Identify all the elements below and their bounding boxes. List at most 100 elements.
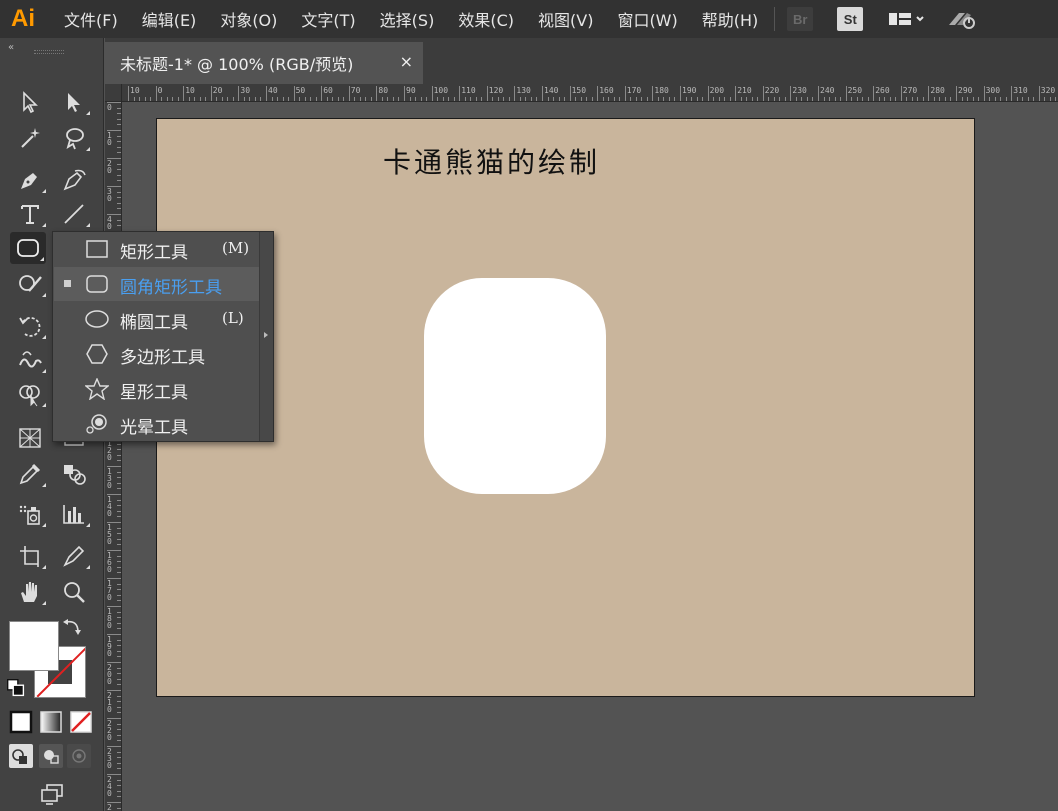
menu-window[interactable]: 窗口(W): [617, 7, 677, 31]
ruler-minor-tick: [972, 97, 974, 101]
ruler-minor-tick: [437, 97, 439, 101]
draw-behind-button[interactable]: [38, 744, 64, 768]
ruler-minor-tick: [713, 97, 715, 101]
ruler-minor-tick: [260, 97, 262, 101]
ellipse-icon: [84, 308, 110, 330]
ruler-label: 110: [461, 86, 476, 95]
lasso-tool[interactable]: [56, 122, 92, 154]
ruler-label: 100: [433, 86, 449, 95]
ruler-minor-tick: [117, 191, 121, 193]
stock-button[interactable]: St: [837, 7, 864, 31]
ruler-minor-tick: [243, 97, 245, 101]
bridge-button[interactable]: Br: [787, 7, 814, 31]
symbol-sprayer-tool[interactable]: [12, 498, 48, 530]
direct-selection-tool[interactable]: [56, 86, 92, 118]
canvas[interactable]: 卡通熊猫的绘制: [122, 102, 1058, 811]
draw-behind-icon: [39, 744, 63, 768]
ruler-minor-tick: [895, 97, 897, 101]
curvature-tool[interactable]: [56, 164, 92, 196]
pen-tool[interactable]: [12, 164, 48, 196]
ruler-minor-tick: [117, 667, 121, 669]
type-tool[interactable]: [12, 198, 48, 230]
fill-swatch[interactable]: [9, 621, 59, 671]
menu-edit[interactable]: 编辑(E): [142, 7, 197, 31]
ruler-minor-tick: [117, 113, 121, 115]
flyout-item-rectangle[interactable]: 矩形工具 (M): [54, 232, 260, 266]
menu-file[interactable]: 文件(F): [64, 7, 118, 31]
panel-grip[interactable]: [34, 50, 64, 54]
shape-builder-icon: [19, 385, 40, 407]
rounded-rectangle-shape[interactable]: [424, 278, 606, 494]
line-segment-tool[interactable]: [56, 198, 92, 230]
ruler-tick: [956, 86, 957, 101]
screen-mode-button[interactable]: [34, 780, 70, 808]
ruler-minor-tick: [939, 97, 941, 101]
shaper-tool[interactable]: [12, 268, 48, 300]
column-graph-tool[interactable]: [56, 498, 92, 530]
shape-builder-tool[interactable]: [12, 378, 48, 410]
draw-normal-button[interactable]: [8, 744, 34, 768]
magic-wand-tool[interactable]: [12, 122, 48, 154]
default-colors-button[interactable]: [4, 678, 28, 698]
tearoff-handle[interactable]: [259, 232, 273, 441]
hand-tool[interactable]: [12, 576, 48, 608]
draw-inside-button[interactable]: [66, 744, 92, 768]
ruler-label: 310: [1013, 86, 1028, 95]
selection-tool[interactable]: [12, 86, 48, 118]
gpu-performance-icon[interactable]: [945, 7, 977, 31]
slice-tool[interactable]: [56, 540, 92, 572]
menu-type[interactable]: 文字(T): [301, 7, 355, 31]
ruler-tick: [983, 86, 985, 101]
artboard[interactable]: 卡通熊猫的绘制: [156, 118, 975, 697]
ruler-minor-tick: [117, 471, 121, 473]
close-icon[interactable]: ×: [400, 52, 413, 71]
ruler-label: 30: [107, 187, 112, 203]
ruler-minor-tick: [117, 790, 121, 792]
ruler-label: 20: [212, 86, 223, 95]
ruler-minor-tick: [232, 97, 234, 101]
rounded-rectangle-tool[interactable]: [10, 232, 46, 264]
flyout-item-polygon[interactable]: 多边形工具: [54, 337, 260, 371]
menu-select[interactable]: 选择(S): [380, 7, 435, 31]
flyout-item-ellipse[interactable]: 椭圆工具 (L): [54, 302, 260, 336]
menu-help[interactable]: 帮助(H): [702, 7, 759, 31]
none-mode-button[interactable]: [66, 708, 96, 736]
ruler-minor-tick: [718, 97, 720, 101]
swap-fill-stroke-button[interactable]: [60, 616, 86, 638]
eyedropper-tool[interactable]: [12, 458, 48, 490]
ruler-minor-tick: [221, 97, 223, 101]
ruler-label: 220: [764, 86, 780, 95]
vertical-ruler[interactable]: 0102030405060708090100110120130140150160…: [105, 102, 122, 811]
rotate-tool[interactable]: [12, 310, 48, 342]
draw-inside-icon: [67, 744, 91, 768]
ruler-tick: [404, 86, 405, 101]
warp-tool[interactable]: [12, 344, 48, 376]
color-mode-button[interactable]: [6, 708, 36, 736]
flyout-item-rounded-rectangle[interactable]: 圆角矩形工具: [54, 267, 260, 301]
ruler-minor-tick: [117, 678, 121, 680]
gradient-mode-button[interactable]: [36, 708, 66, 736]
ruler-minor-tick: [117, 460, 121, 462]
menu-object[interactable]: 对象(O): [220, 7, 277, 31]
ruler-label: 30: [240, 86, 251, 95]
zoom-tool[interactable]: [56, 576, 92, 608]
ruler-minor-tick: [117, 589, 121, 591]
workspace-layout-icon[interactable]: [887, 9, 925, 29]
menu-effect[interactable]: 效果(C): [458, 7, 514, 31]
flyout-item-flare[interactable]: 光晕工具: [54, 407, 260, 441]
ruler-minor-tick: [117, 594, 121, 596]
ruler-corner[interactable]: [105, 84, 122, 102]
blend-tool[interactable]: [56, 458, 92, 490]
artboard-tool[interactable]: [12, 540, 48, 572]
artboard-title[interactable]: 卡通熊猫的绘制: [383, 141, 600, 181]
ruler-minor-tick: [117, 673, 121, 675]
menu-view[interactable]: 视图(V): [538, 7, 593, 31]
horizontal-ruler[interactable]: 10 0 10 20 30 40 50 60 70 80 90 100 110 120 130 140 150 1…: [122, 84, 1058, 102]
ruler-minor-tick: [630, 97, 632, 101]
document-tab[interactable]: 未标题-1* @ 100% (RGB/预览) ×: [105, 42, 423, 84]
ruler-label: 120: [107, 439, 112, 462]
perspective-grid-tool[interactable]: [12, 422, 48, 454]
flyout-item-star[interactable]: 星形工具: [54, 372, 260, 406]
ruler-label: 210: [107, 691, 112, 714]
collapse-icon[interactable]: «: [8, 42, 14, 53]
